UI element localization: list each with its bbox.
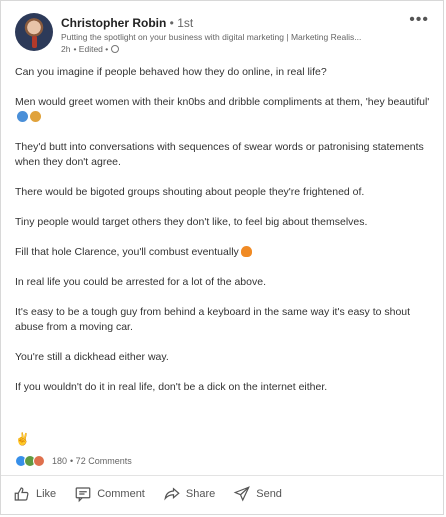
send-label: Send [256, 488, 282, 500]
post-body: Can you imagine if people behaved how th… [15, 65, 435, 410]
peace-hand-emoji: ✌ [15, 432, 30, 446]
connection-degree: • 1st [169, 16, 194, 30]
edited-label: • Edited • [73, 44, 109, 54]
fire-emoji-icon [240, 246, 252, 257]
post-paragraph: Can you imagine if people behaved how th… [15, 66, 327, 78]
author-name[interactable]: Christopher Robin [61, 16, 166, 30]
emoji-icon [17, 111, 28, 122]
avatar-tie [32, 36, 37, 48]
post-paragraph: There would be bigoted groups shouting a… [15, 186, 365, 198]
emoji-icon [30, 111, 41, 122]
divider [1, 475, 443, 476]
author-headline: Putting the spotlight on your business w… [61, 32, 362, 42]
share-icon [164, 487, 180, 501]
post-paragraph: It's easy to be a tough guy from behind … [15, 306, 411, 333]
comment-label: Comment [97, 488, 145, 500]
like-label: Like [36, 488, 57, 500]
post-paragraph: If you wouldn't do it in real life, don'… [15, 381, 328, 393]
send-button[interactable]: Send [233, 485, 282, 503]
love-reaction-icon [33, 455, 45, 467]
post-card: Christopher Robin • 1st Putting the spot… [0, 0, 444, 515]
post-paragraph: You're still a dickhead either way. [15, 351, 169, 363]
author-row[interactable]: Christopher Robin • 1st [61, 16, 193, 30]
post-paragraph: They'd butt into conversations with sequ… [15, 141, 424, 168]
post-paragraph: Tiny people would target others they don… [15, 216, 368, 228]
post-paragraph-with-emoji: Men would greet women with their kn0bs a… [15, 95, 435, 125]
thumbs-up-icon [14, 487, 29, 501]
social-counts[interactable]: 180 • 72 Comments [15, 455, 132, 467]
send-icon [233, 486, 251, 502]
share-button[interactable]: Share [163, 485, 215, 503]
like-button[interactable]: Like [13, 485, 56, 503]
post-paragraph: Men would greet women with their kn0bs a… [15, 96, 430, 108]
post-meta: 2h • Edited • [61, 44, 120, 54]
post-paragraph: In real life you could be arrested for a… [15, 276, 266, 288]
more-options-icon[interactable]: ••• [409, 11, 429, 29]
comment-button[interactable]: Comment [74, 485, 145, 503]
post-header: Christopher Robin • 1st Putting the spot… [15, 11, 429, 57]
post-time: 2h [61, 44, 71, 54]
post-actions: Like Comment Share Send [13, 485, 282, 503]
share-label: Share [185, 488, 216, 500]
comment-icon [75, 487, 91, 503]
post-paragraph-with-emoji: Fill that hole Clarence, you'll combust … [15, 245, 435, 260]
reactions-count[interactable]: 180 [52, 456, 67, 466]
comments-count[interactable]: • 72 Comments [70, 456, 132, 466]
avatar[interactable] [15, 13, 53, 51]
post-paragraph: Fill that hole Clarence, you'll combust … [15, 246, 239, 258]
globe-icon [111, 45, 120, 53]
